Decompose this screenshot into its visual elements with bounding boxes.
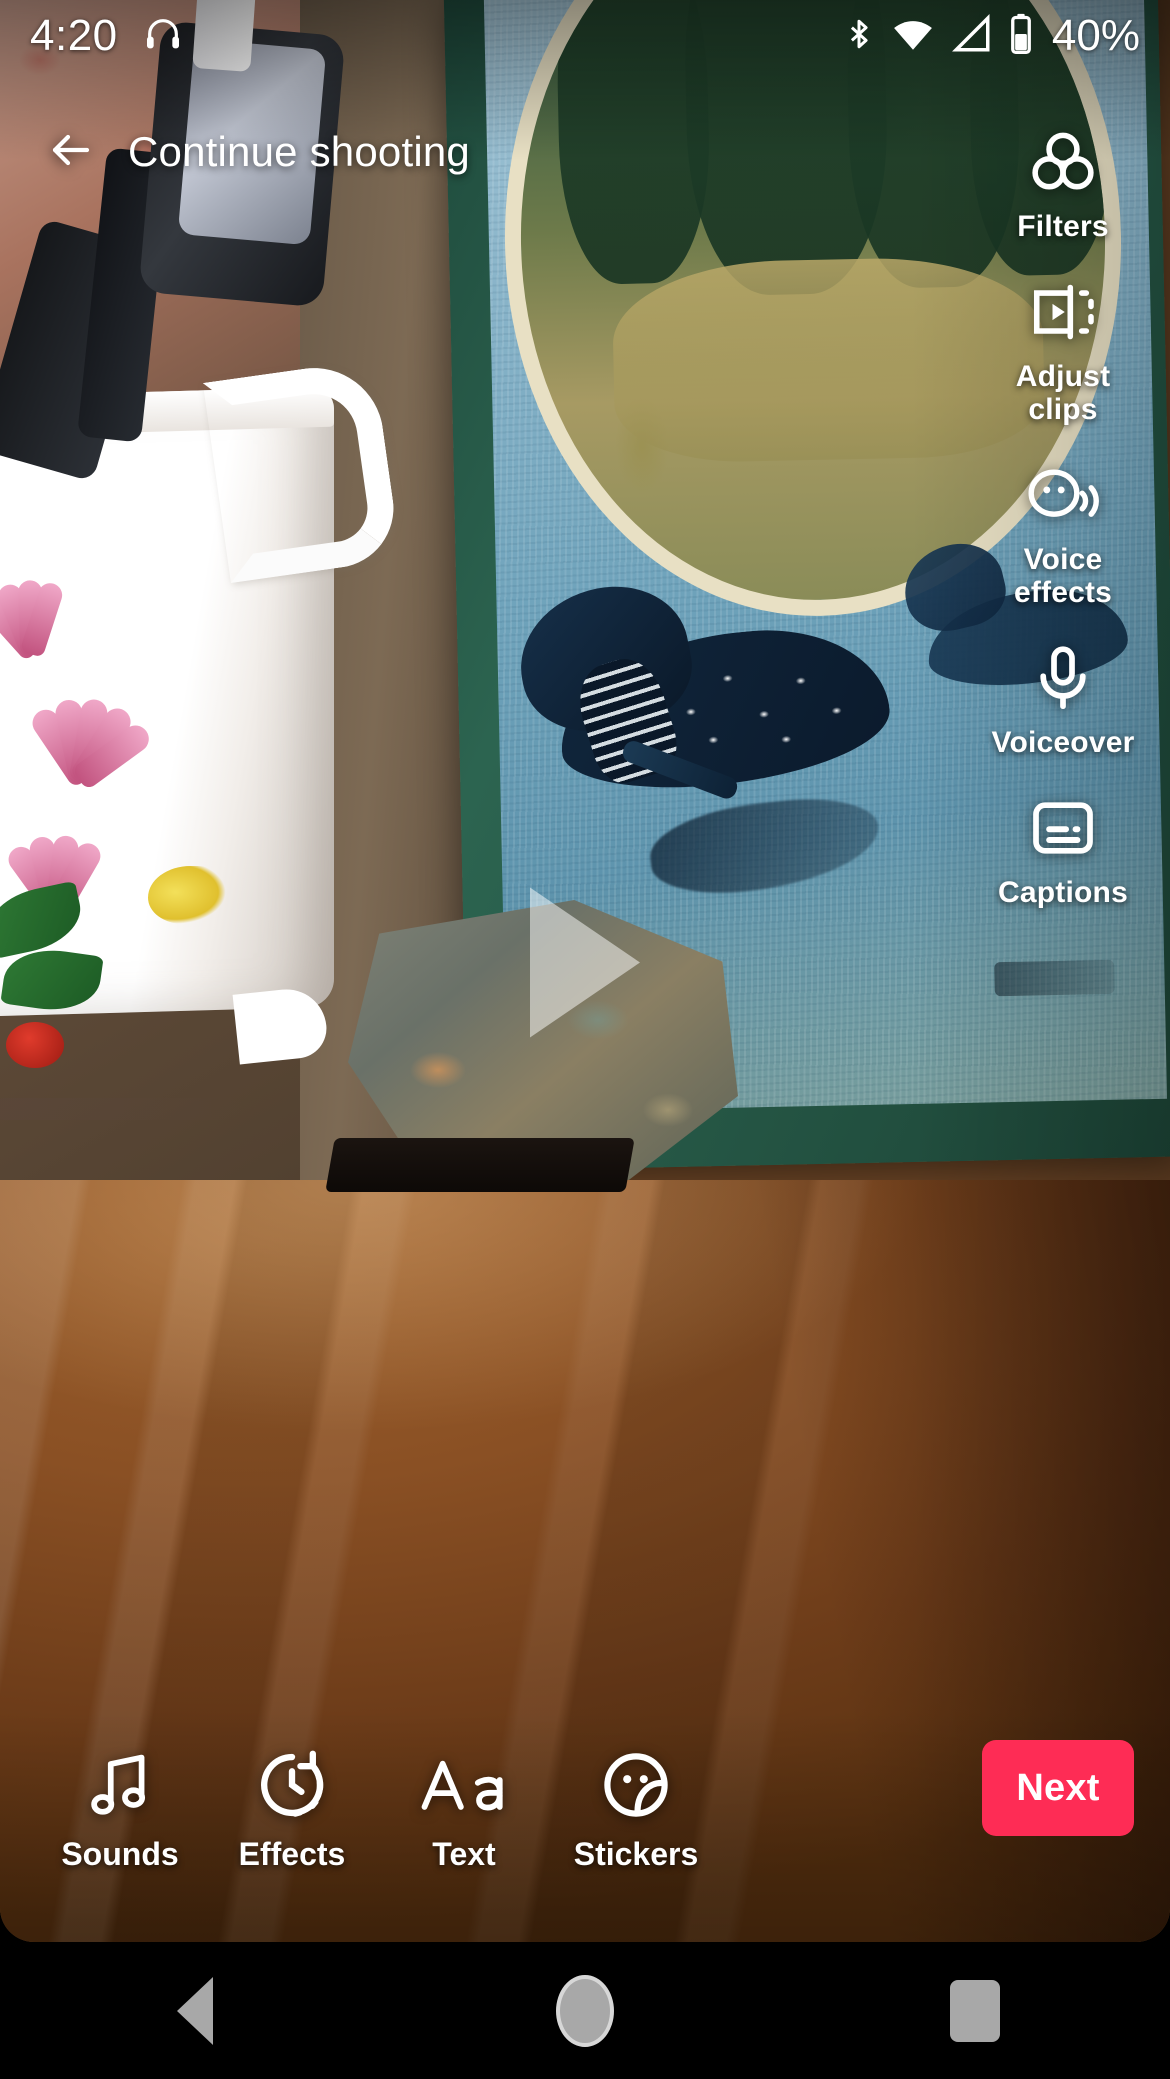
tool-stickers[interactable]: Stickers <box>550 1740 722 1873</box>
rail-item-captions[interactable]: Captions <box>968 786 1158 910</box>
top-bar: Continue shooting <box>0 112 760 192</box>
tool-effects[interactable]: Effects <box>206 1740 378 1873</box>
rail-label-filters: Filters <box>1017 210 1109 243</box>
android-navigation-bar <box>0 1942 1170 2079</box>
bluetooth-icon <box>842 13 876 60</box>
rail-item-adjust-clips[interactable]: Adjust clips <box>968 270 1158 427</box>
tool-sounds[interactable]: Sounds <box>34 1740 206 1873</box>
tool-label-text: Text <box>432 1836 496 1872</box>
tool-text[interactable]: Text <box>378 1740 550 1873</box>
tool-label-sounds: Sounds <box>61 1836 179 1872</box>
rail-item-voice-effects[interactable]: Voice effects <box>968 453 1158 610</box>
battery-icon <box>1008 12 1034 61</box>
page-title: Continue shooting <box>128 128 470 175</box>
edit-tools-rail: Filters Adjust clips Voice effects Voice… <box>968 120 1158 935</box>
rail-label-voice-effects: Voice effects <box>1013 542 1113 610</box>
next-button[interactable]: Next <box>982 1740 1134 1836</box>
next-button-label: Next <box>1016 1766 1100 1809</box>
music-note-icon <box>83 1740 157 1830</box>
rail-label-voiceover: Voiceover <box>991 725 1135 759</box>
bottom-toolbar: Sounds Effects Text Stickers Next <box>0 1712 1170 1942</box>
timer-effects-icon <box>253 1740 331 1830</box>
status-bar-right: 40% <box>842 11 1140 61</box>
status-bar: 4:20 40% <box>0 0 1170 72</box>
cellular-signal-icon <box>950 13 994 60</box>
mug-script-text <box>0 1098 244 1120</box>
rail-item-filters[interactable]: Filters <box>968 120 1158 244</box>
voiceover-microphone-icon <box>1027 636 1099 720</box>
tool-label-stickers: Stickers <box>573 1836 699 1872</box>
rail-label-captions: Captions <box>998 875 1128 909</box>
android-recents-icon <box>950 1979 1000 2042</box>
mug-butterfly <box>148 866 226 924</box>
captions-icon <box>1026 786 1100 870</box>
adjust-clips-icon <box>1024 270 1102 354</box>
stone-base-shadow <box>325 1138 635 1192</box>
mug-flower <box>0 563 118 676</box>
video-preview[interactable]: 4:20 40% Continue shooting Filters Adjus… <box>0 0 1170 1942</box>
back-arrow-icon[interactable] <box>40 126 102 179</box>
painting-signature <box>994 959 1115 997</box>
voice-effects-icon <box>1020 453 1106 537</box>
filters-icon <box>1024 120 1102 204</box>
android-back-icon <box>177 1976 213 2045</box>
mug-handle <box>216 370 346 540</box>
sticker-face-icon <box>597 1740 675 1830</box>
android-home-button[interactable] <box>525 1942 645 2079</box>
wifi-icon <box>890 13 936 60</box>
rail-item-voiceover[interactable]: Voiceover <box>968 636 1158 760</box>
status-bar-left: 4:20 <box>30 11 186 61</box>
android-back-button[interactable] <box>135 1942 255 2079</box>
phone-screen: 4:20 40% Continue shooting Filters Adjus… <box>0 0 1170 2079</box>
headphone-icon <box>140 14 186 59</box>
mug-flower <box>27 687 185 809</box>
text-aa-icon <box>417 1740 511 1830</box>
android-recents-button[interactable] <box>915 1942 1035 2079</box>
mug-ladybug <box>6 1022 64 1068</box>
status-time: 4:20 <box>30 11 118 60</box>
rail-label-adjust-clips: Adjust clips <box>1015 359 1111 427</box>
android-home-icon <box>556 1974 614 2047</box>
tool-label-effects: Effects <box>238 1836 346 1872</box>
battery-percentage: 40% <box>1051 11 1140 60</box>
